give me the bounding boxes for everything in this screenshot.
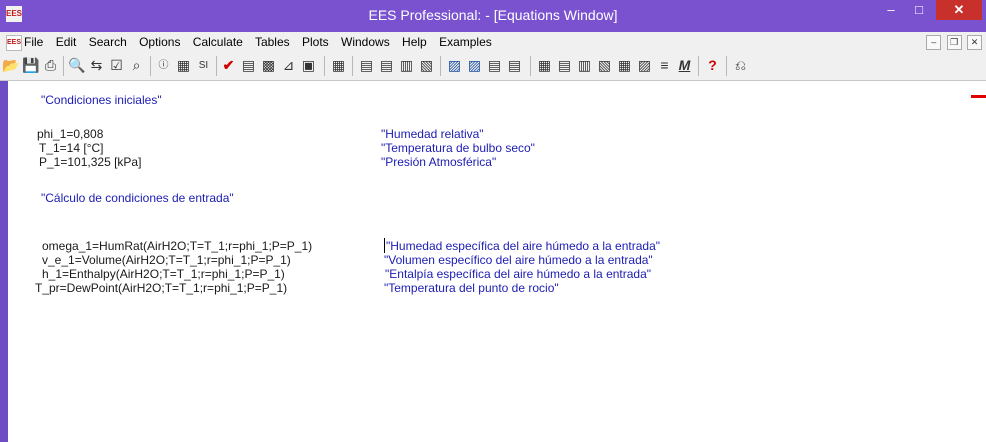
comment-input-calculation: "Cálculo de condiciones de entrada" <box>41 191 234 205</box>
menu-options[interactable]: Options <box>139 35 180 49</box>
plot-window-icon[interactable]: ⊿ <box>280 57 297 74</box>
comment-omega-1: "Humedad específica del aire húmedo a la… <box>386 239 661 253</box>
check-icon[interactable]: ☑ <box>108 57 125 74</box>
menu-calculate[interactable]: Calculate <box>193 35 243 49</box>
find-icon[interactable]: 🔍 <box>68 57 85 74</box>
info-icon[interactable]: ⓘ <box>155 57 172 74</box>
comment-initial-conditions: "Condiciones iniciales" <box>41 93 162 107</box>
close-button[interactable]: ✕ <box>936 0 982 20</box>
plot-icon[interactable]: ▩ <box>260 57 277 74</box>
mdi-restore-button[interactable]: ❐ <box>946 35 962 50</box>
menu-file[interactable]: File <box>24 35 43 49</box>
equations-editor[interactable]: "Condiciones iniciales" phi_1=0,808 "Hum… <box>8 81 986 442</box>
toolbar-separator <box>63 56 64 76</box>
toolbar-separator <box>698 56 699 76</box>
variable-info-icon[interactable]: ▦ <box>175 57 192 74</box>
text-cursor <box>384 238 385 253</box>
menu-tables[interactable]: Tables <box>255 35 290 49</box>
toolbar: 📂 💾 ⎙ 🔍 ⇆ ☑ ⌕ ⓘ ▦ SI ✔ ▤ ▩ ⊿ ▣ ▦ ▤ ▤ ▥ ▧… <box>0 52 986 81</box>
comment-t-1: "Temperatura de bulbo seco" <box>381 141 535 155</box>
menu-search[interactable]: Search <box>89 35 127 49</box>
equation-omega-1: omega_1=HumRat(AirH2O;T=T_1;r=phi_1;P=P_… <box>42 239 313 253</box>
new-table-icon[interactable]: ▦ <box>616 57 633 74</box>
solve-check-icon[interactable]: ✔ <box>220 57 237 74</box>
equation-h-1: h_1=Enthalpy(AirH2O;T=T_1;r=phi_1;P=P_1) <box>42 267 285 281</box>
toolbar-separator <box>352 56 353 76</box>
unit-system-icon[interactable]: SI <box>195 57 212 74</box>
save-icon[interactable]: 💾 <box>22 57 39 74</box>
lookup-table-icon[interactable]: ▤ <box>358 57 375 74</box>
table-window-icon[interactable]: ▤ <box>486 57 503 74</box>
array-icon[interactable]: ▥ <box>398 57 415 74</box>
diagram-icon[interactable]: ▣ <box>300 57 317 74</box>
new-plot-icon[interactable]: ▧ <box>418 57 435 74</box>
menu-help[interactable]: Help <box>402 35 427 49</box>
window-title: EES Professional: - [Equations Window] <box>368 7 618 23</box>
menu-bar: EES File Edit Search Options Calculate T… <box>0 32 986 52</box>
equation-v-e-1: v_e_1=Volume(AirH2O;T=T_1;r=phi_1;P=P_1) <box>42 253 291 267</box>
calculator-icon[interactable]: ▤ <box>240 57 257 74</box>
menu-plots[interactable]: Plots <box>302 35 329 49</box>
array-window-icon[interactable]: ▤ <box>506 57 523 74</box>
equation-p-1: P_1=101,325 [kPa] <box>39 155 142 169</box>
toolbar-separator <box>726 56 727 76</box>
comment-t-pr: "Temperatura del punto de rocio" <box>384 281 559 295</box>
comment-v-e-1: "Volumen específico del aire húmedo a la… <box>384 253 653 267</box>
menu-examples[interactable]: Examples <box>439 35 492 49</box>
chart-icon[interactable]: ▤ <box>378 57 395 74</box>
magnify-icon[interactable]: ⌕ <box>128 57 145 74</box>
comment-p-1: "Presión Atmosférica" <box>381 155 497 169</box>
menu-edit[interactable]: Edit <box>56 35 77 49</box>
document-icon[interactable]: EES <box>6 35 22 51</box>
formatted-equations-icon[interactable]: ▨ <box>446 57 463 74</box>
solve-icon[interactable]: M <box>676 57 693 74</box>
print-icon[interactable]: ⎙ <box>42 57 59 74</box>
help-icon[interactable]: ? <box>704 57 721 74</box>
lookup-icon[interactable]: ▨ <box>636 57 653 74</box>
toolbar-separator <box>324 56 325 76</box>
toolbar-separator <box>530 56 531 76</box>
menu-items: File Edit Search Options Calculate Table… <box>24 35 501 49</box>
comment-h-1: "Entalpía específica del aire húmedo a l… <box>385 267 652 281</box>
mdi-close-button[interactable]: ✕ <box>967 35 982 50</box>
calc-table-icon[interactable]: ▥ <box>576 57 593 74</box>
exit-icon[interactable]: ⎌ <box>732 57 749 74</box>
toolbar-separator <box>440 56 441 76</box>
toolbar-separator <box>216 56 217 76</box>
units-icon[interactable]: ≡ <box>656 57 673 74</box>
list-icon[interactable]: ▤ <box>556 57 573 74</box>
equation-phi-1: phi_1=0,808 <box>37 127 104 141</box>
table-icon[interactable]: ▦ <box>330 57 347 74</box>
property-plot-icon[interactable]: ▧ <box>596 57 613 74</box>
toolbar-separator <box>150 56 151 76</box>
replace-icon[interactable]: ⇆ <box>88 57 105 74</box>
mdi-controls: – ❐ ✕ <box>924 34 982 50</box>
minimize-button[interactable]: – <box>878 0 904 20</box>
maximize-button[interactable]: □ <box>906 0 932 20</box>
title-bar: EES EES Professional: - [Equations Windo… <box>0 0 986 32</box>
grid-icon[interactable]: ▦ <box>536 57 553 74</box>
menu-windows[interactable]: Windows <box>341 35 390 49</box>
comment-phi-1: "Humedad relativa" <box>381 127 484 141</box>
equation-t-1: T_1=14 [°C] <box>39 141 104 155</box>
equation-t-pr: T_pr=DewPoint(AirH2O;T=T_1;r=phi_1;P=P_1… <box>35 281 288 295</box>
open-folder-icon[interactable]: 📂 <box>2 57 19 74</box>
mdi-minimize-button[interactable]: – <box>926 35 942 50</box>
warning-marker <box>971 95 986 98</box>
parametric-table-icon[interactable]: ▨ <box>466 57 483 74</box>
